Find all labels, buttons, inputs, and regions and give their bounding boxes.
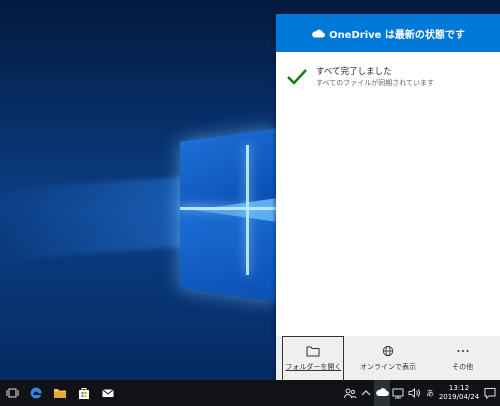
mail-icon	[102, 389, 114, 397]
ime-indicator: あ	[426, 388, 434, 398]
status-subtitle: すべてのファイルが同期されています	[316, 79, 435, 87]
checkmark-icon	[287, 69, 307, 85]
clock[interactable]: 13:12 2019/04/24	[438, 384, 480, 402]
action-center-button[interactable]	[480, 380, 500, 406]
task-view-icon	[6, 388, 19, 398]
open-folder-label: フォルダーを開く	[285, 363, 342, 371]
show-hidden-icons-button[interactable]	[358, 380, 374, 406]
mail-button[interactable]	[96, 380, 120, 406]
more-icon	[457, 350, 469, 352]
file-explorer-button[interactable]	[48, 380, 72, 406]
clock-time: 13:12	[448, 384, 470, 392]
status-title: すべて完了しました	[316, 67, 392, 77]
onedrive-cloud-icon	[376, 388, 389, 396]
folder-icon	[306, 346, 320, 357]
wallpaper-window-pane-top	[180, 128, 276, 212]
notification-icon	[484, 388, 496, 400]
chevron-up-icon	[361, 390, 371, 396]
flyout-action-bar: フォルダーを開く オンラインで表示 その他	[276, 336, 500, 381]
flyout-header-title: OneDrive は最新の状態です	[329, 29, 465, 41]
view-online-label: オンラインで表示	[359, 363, 416, 371]
network-button[interactable]	[390, 380, 406, 406]
system-tray: あ 13:12 2019/04/24	[342, 380, 500, 406]
volume-icon	[408, 387, 420, 399]
open-folder-button[interactable]: フォルダーを開く	[282, 336, 345, 381]
sync-status: すべて完了しました すべてのファイルが同期されています	[286, 66, 434, 88]
people-icon	[344, 388, 357, 399]
more-button[interactable]: その他	[432, 336, 494, 381]
onedrive-tray-button[interactable]	[374, 380, 390, 406]
flyout-header: OneDrive は最新の状態です	[276, 14, 500, 52]
wallpaper-glow-vertical	[246, 145, 249, 275]
store-icon	[79, 388, 89, 399]
task-view-button[interactable]	[0, 380, 24, 406]
globe-icon	[382, 345, 394, 357]
view-online-button[interactable]: オンラインで表示	[357, 336, 419, 381]
ime-button[interactable]: あ	[422, 380, 438, 406]
store-button[interactable]	[72, 380, 96, 406]
taskbar: あ 13:12 2019/04/24	[0, 380, 500, 406]
onedrive-cloud-icon	[312, 29, 326, 37]
network-icon	[392, 388, 404, 399]
folder-icon	[54, 389, 66, 398]
edge-button[interactable]	[24, 380, 48, 406]
wallpaper-glow-horizontal	[180, 207, 276, 210]
people-button[interactable]	[342, 380, 358, 406]
onedrive-flyout: OneDrive は最新の状態です すべて完了しました すべてのファイルが同期さ…	[276, 14, 500, 381]
wallpaper-window-pane-bottom	[180, 208, 276, 302]
more-label: その他	[452, 363, 474, 371]
volume-button[interactable]	[406, 380, 422, 406]
edge-icon	[30, 387, 42, 399]
clock-date: 2019/04/24	[438, 393, 480, 401]
